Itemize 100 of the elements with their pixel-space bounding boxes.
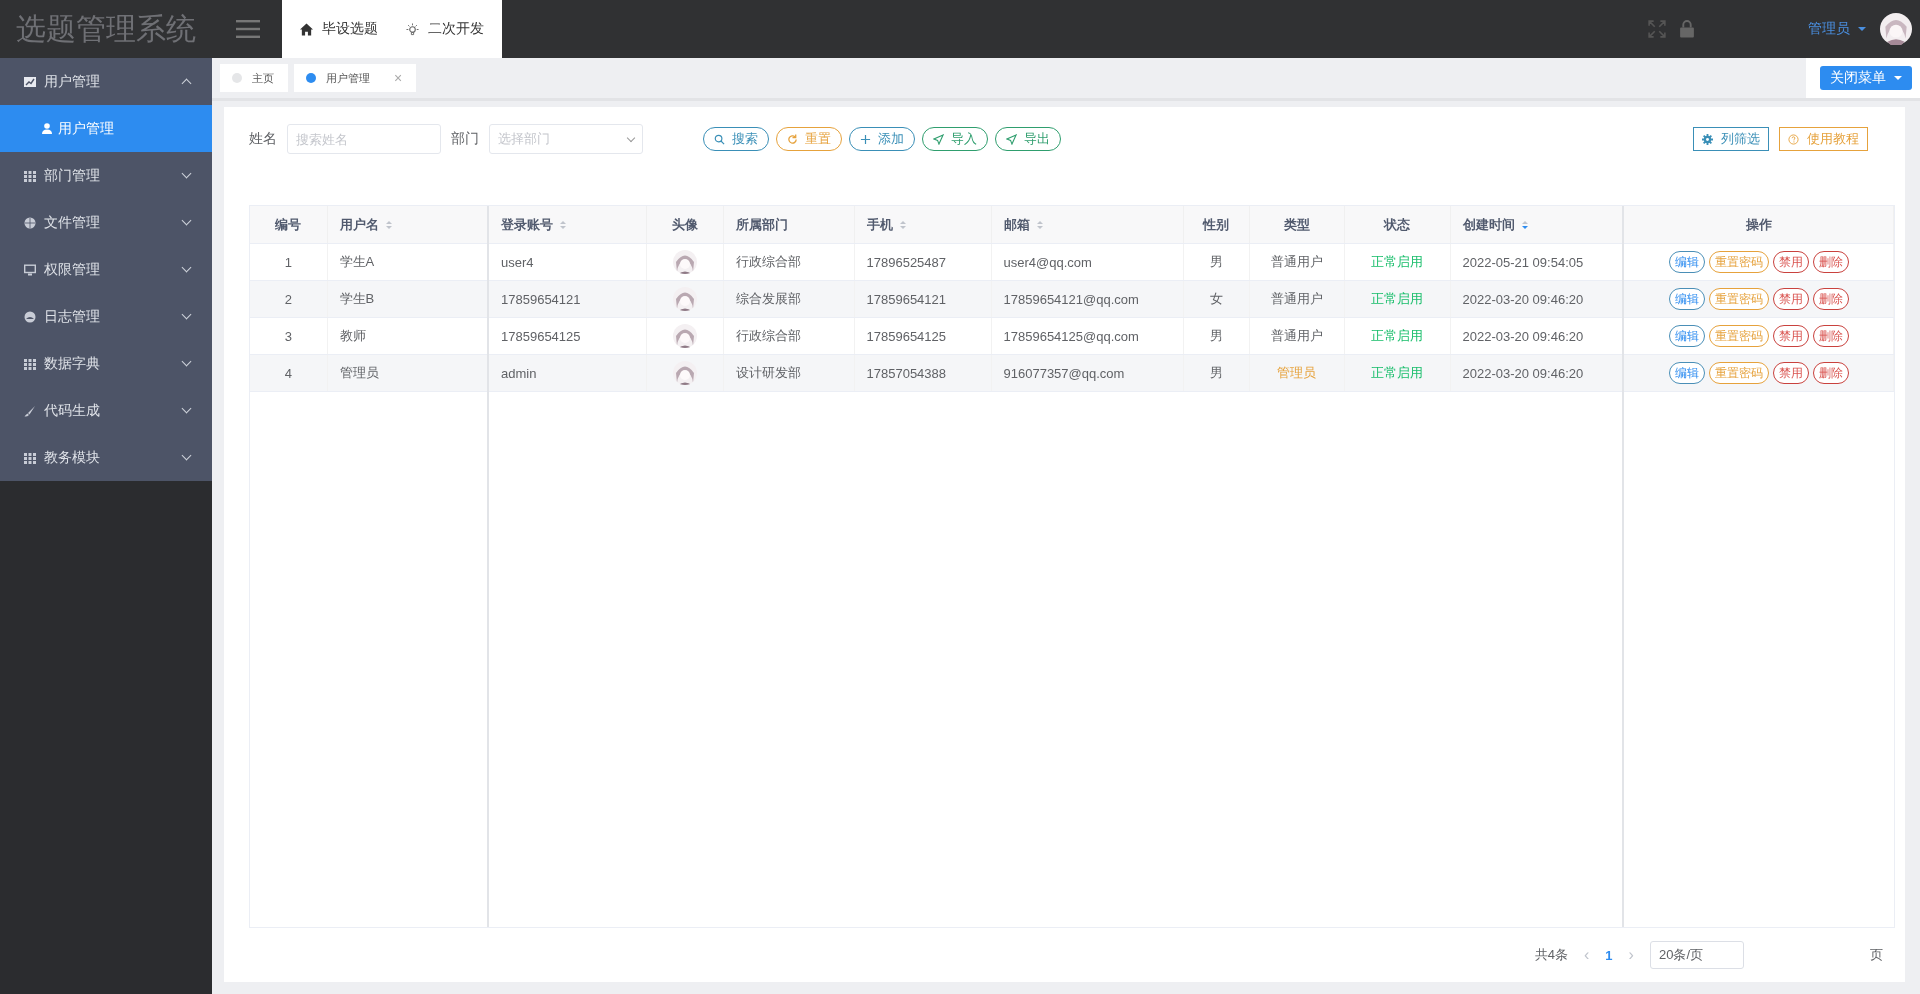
column-header[interactable]: 创建时间 [1450,206,1623,244]
column-header[interactable]: 类型 [1249,206,1344,244]
table-cell: 2 [284,291,292,307]
row-action-button[interactable]: 禁用 [1772,362,1809,384]
table-cell: 普通用户 [1270,291,1323,306]
row-action-button[interactable]: 重置密码 [1708,325,1769,347]
page-tab[interactable]: 用户管理 × [294,64,417,92]
table-cell: 17857054388 [866,365,947,381]
close-menu-button[interactable]: 关闭菜单 [1820,66,1912,90]
row-action-button[interactable]: 禁用 [1772,288,1809,310]
sort-icon[interactable] [560,221,566,230]
row-action-button[interactable]: 编辑 [1668,362,1705,384]
sort-icon[interactable] [1521,221,1528,230]
table-cell: 1 [284,254,292,270]
nav-link[interactable]: 二次开发 [406,20,484,38]
row-action-button[interactable]: 重置密码 [1708,288,1769,310]
table-cell: 男 [1209,254,1223,269]
sidebar-subitem[interactable]: 用户管理 [0,105,212,152]
row-action-button[interactable]: 禁用 [1772,251,1809,273]
table-cell: admin [501,365,537,381]
table-cell: user4@qq.com [1003,254,1092,270]
row-action-button[interactable]: 编辑 [1668,325,1705,347]
table-cell: 男 [1209,328,1223,343]
tool-button[interactable]: 列筛选 [1693,127,1769,151]
filter-label: 姓名 [249,130,277,148]
sidebar-item[interactable]: 教务模块 [0,434,212,481]
status-text: 正常启用 [1371,365,1423,380]
column-header[interactable]: 状态 [1344,206,1450,244]
grid-icon [24,451,36,464]
table-cell: 男 [1209,365,1223,380]
table-cell: 17859654121 [866,291,947,307]
column-header[interactable]: 所属部门 [723,206,854,244]
sidebar-item[interactable]: 数据字典 [0,340,212,387]
sidebar-item[interactable]: 用户管理 [0,58,212,105]
action-button[interactable]: 导入 [922,127,988,151]
fullscreen-icon[interactable] [1648,20,1666,38]
column-header[interactable]: 编号 [250,206,327,244]
row-action-button[interactable]: 删除 [1812,362,1849,384]
page-suffix: 页 [1870,946,1883,964]
grid-icon [24,169,36,182]
row-action-button[interactable]: 禁用 [1772,325,1809,347]
nav-link[interactable]: 毕设选题 [300,20,378,38]
sidebar-item[interactable]: 代码生成 [0,387,212,434]
sort-icon[interactable] [1036,221,1043,230]
row-action-button[interactable]: 删除 [1812,325,1849,347]
action-button[interactable]: 重置 [776,127,842,151]
row-action-button[interactable]: 编辑 [1668,251,1705,273]
person-icon [42,123,52,134]
table-cell: 学生B [339,291,375,306]
status-text: 正常启用 [1371,291,1423,306]
app-title: 选题管理系统 [0,0,212,58]
action-button[interactable]: 导出 [995,127,1061,151]
sidebar-item[interactable]: 日志管理 [0,293,212,340]
table-cell: user4 [501,254,534,270]
row-action-button[interactable]: 删除 [1812,288,1849,310]
column-header[interactable]: 登录账号 [488,206,646,244]
total-count: 共4条 [1534,946,1569,964]
column-header[interactable]: 邮箱 [991,206,1183,244]
column-header[interactable]: 操作 [1623,206,1894,244]
table-cell: 17859654125 [501,328,581,344]
question-icon [1788,133,1799,145]
sidebar-item[interactable]: 部门管理 [0,152,212,199]
tool-button[interactable]: 使用教程 [1779,127,1868,151]
grid-icon [24,357,36,370]
page-tab[interactable]: 主页 [220,64,288,92]
search-icon [714,133,725,145]
table-cell: 管理员 [1277,365,1316,380]
column-header[interactable]: 手机 [854,206,991,244]
table-cell: 3 [284,328,292,344]
page-number[interactable]: 1 [1605,947,1613,963]
table-cell: 综合发展部 [735,291,801,306]
table-cell: 行政综合部 [735,254,801,269]
table-cell: 17859654125 [866,328,947,344]
table-cell: 管理员 [339,365,379,380]
lightbulb-icon [406,22,419,36]
table-cell: 17896525487 [866,254,947,270]
row-action-button[interactable]: 重置密码 [1708,251,1769,273]
menu-icon[interactable] [236,20,260,38]
action-button[interactable]: 搜索 [703,127,769,151]
table-cell: 女 [1209,291,1223,306]
globe-icon [24,216,36,229]
row-action-button[interactable]: 删除 [1812,251,1849,273]
sidebar-item[interactable]: 权限管理 [0,246,212,293]
sort-icon[interactable] [899,221,906,230]
action-button[interactable]: 添加 [849,127,915,151]
page-size-select[interactable]: 20条/页 [1649,941,1744,969]
row-action-button[interactable]: 编辑 [1668,288,1705,310]
lock-icon[interactable] [1678,20,1696,38]
column-header[interactable]: 性别 [1183,206,1249,244]
sidebar-item[interactable]: 文件管理 [0,199,212,246]
table-cell: 17859654125@qq.com [1003,328,1139,344]
table-cell: 4 [284,365,292,381]
column-header[interactable]: 头像 [646,206,723,244]
row-action-button[interactable]: 重置密码 [1708,362,1769,384]
close-icon[interactable]: × [394,70,403,86]
sort-icon[interactable] [385,221,392,230]
user-menu[interactable]: 管理员 [1808,20,1866,38]
table-cell: 学生A [339,254,375,269]
column-header[interactable]: 用户名 [327,206,488,244]
table-cell: 普通用户 [1270,254,1323,269]
